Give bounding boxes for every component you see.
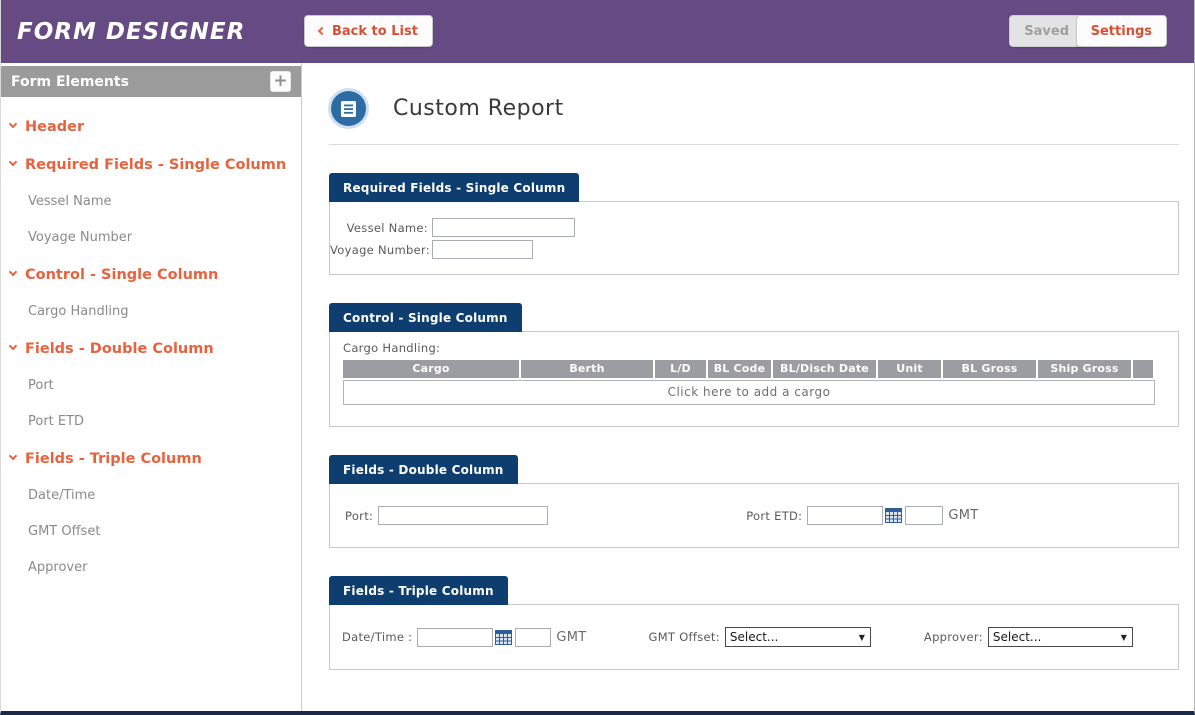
port-field-group: Port: <box>345 506 548 525</box>
sidebar-group-fields-triple: Fields - Triple Column Date/Time GMT Off… <box>1 451 301 575</box>
port-etd-date-input[interactable] <box>807 506 883 525</box>
gmt-label: GMT <box>556 630 586 645</box>
settings-label: Settings <box>1091 24 1152 39</box>
topbar: FORM DESIGNER Back to List Saved Setting… <box>1 0 1194 63</box>
form-header: Custom Report <box>329 91 1179 145</box>
chevron-down-icon: ▼ <box>1121 633 1127 642</box>
sidebar-header: Form Elements + <box>1 66 301 97</box>
port-etd-gmt-input[interactable] <box>905 506 943 525</box>
document-icon <box>331 91 366 126</box>
sidebar-group-label: Fields - Triple Column <box>25 451 202 467</box>
column-header-ld: L/D <box>655 360 706 378</box>
datetime-field-group: Date/Time : GMT <box>342 628 586 647</box>
sidebar-group-label: Fields - Double Column <box>25 341 214 357</box>
section-control: Control - Single Column Cargo Handling: … <box>329 302 1179 427</box>
vessel-name-input[interactable] <box>432 218 575 237</box>
gmt-label: GMT <box>948 508 978 523</box>
saved-button[interactable]: Saved <box>1009 15 1084 47</box>
cargo-handling-label: Cargo Handling: <box>343 341 1164 355</box>
sidebar-item-port[interactable]: Port <box>1 378 301 393</box>
chevron-down-icon <box>9 452 17 460</box>
section-fields-double: Fields - Double Column Port: Port ETD: <box>329 454 1179 548</box>
cargo-table-header-row: Cargo Berth L/D BL Code BL/Disch Date Un… <box>343 360 1155 378</box>
column-header-actions <box>1133 360 1153 378</box>
back-to-list-label: Back to List <box>332 24 418 39</box>
saved-label: Saved <box>1024 24 1069 39</box>
sidebar: Form Elements + Header Required Fields -… <box>1 63 302 711</box>
section-fields-triple: Fields - Triple Column Date/Time : <box>329 575 1179 670</box>
sidebar-group-required-fields-header[interactable]: Required Fields - Single Column <box>1 157 301 173</box>
port-input[interactable] <box>378 506 548 525</box>
column-header-berth: Berth <box>521 360 653 378</box>
column-header-bl-disch-date: BL/Disch Date <box>773 360 876 378</box>
datetime-label: Date/Time : <box>342 630 412 644</box>
gmt-offset-select[interactable]: Select... ▼ <box>725 627 871 647</box>
approver-select-value: Select... <box>993 630 1041 644</box>
voyage-number-input[interactable] <box>432 240 533 259</box>
chevron-down-icon: ▼ <box>859 633 865 642</box>
page-title: Custom Report <box>393 96 564 121</box>
sidebar-group-header[interactable]: Header <box>1 119 301 135</box>
panel-control: Cargo Handling: Cargo Berth L/D BL Code … <box>329 331 1179 427</box>
chevron-down-icon <box>9 342 17 350</box>
approver-label: Approver: <box>924 630 983 644</box>
sidebar-group-fields-double-header[interactable]: Fields - Double Column <box>1 341 301 357</box>
sidebar-group-control: Control - Single Column Cargo Handling <box>1 267 301 319</box>
add-cargo-row[interactable]: Click here to add a cargo <box>343 380 1155 405</box>
sidebar-group-control-header[interactable]: Control - Single Column <box>1 267 301 283</box>
approver-select[interactable]: Select... ▼ <box>988 627 1133 647</box>
sidebar-group-fields-triple-header[interactable]: Fields - Triple Column <box>1 451 301 467</box>
sidebar-group-required-fields: Required Fields - Single Column Vessel N… <box>1 157 301 245</box>
sidebar-item-approver[interactable]: Approver <box>1 560 301 575</box>
section-required-fields: Required Fields - Single Column Vessel N… <box>329 172 1179 275</box>
column-header-bl-gross: BL Gross <box>943 360 1036 378</box>
calendar-icon[interactable] <box>495 630 512 645</box>
panel-fields-double: Port: Port ETD: <box>329 483 1179 548</box>
column-header-bl-code: BL Code <box>708 360 771 378</box>
chevron-down-icon <box>9 120 17 128</box>
sidebar-item-vessel-name[interactable]: Vessel Name <box>1 194 301 209</box>
chevron-left-icon <box>318 27 326 35</box>
sidebar-item-cargo-handling[interactable]: Cargo Handling <box>1 304 301 319</box>
datetime-input[interactable] <box>417 628 493 647</box>
approver-field-group: Approver: Select... ▼ <box>924 627 1133 647</box>
port-etd-field-group: Port ETD: GMT <box>746 506 978 525</box>
chevron-down-icon <box>9 158 17 166</box>
sidebar-item-gmt-offset[interactable]: GMT Offset <box>1 524 301 539</box>
sidebar-item-date-time[interactable]: Date/Time <box>1 488 301 503</box>
column-header-cargo: Cargo <box>343 360 519 378</box>
cargo-table: Cargo Berth L/D BL Code BL/Disch Date Un… <box>343 360 1155 405</box>
sidebar-header-label: Form Elements <box>11 74 270 90</box>
port-label: Port: <box>345 509 373 523</box>
column-header-unit: Unit <box>878 360 941 378</box>
tab-fields-double: Fields - Double Column <box>329 455 518 484</box>
voyage-number-label: Voyage Number: <box>330 243 428 257</box>
sidebar-group-fields-double: Fields - Double Column Port Port ETD <box>1 341 301 429</box>
sidebar-item-port-etd[interactable]: Port ETD <box>1 414 301 429</box>
form-canvas: Custom Report Required Fields - Single C… <box>302 63 1194 711</box>
tab-control: Control - Single Column <box>329 303 522 332</box>
chevron-down-icon <box>9 268 17 276</box>
tab-fields-triple: Fields - Triple Column <box>329 576 508 605</box>
datetime-gmt-input[interactable] <box>515 628 551 647</box>
sidebar-item-voyage-number[interactable]: Voyage Number <box>1 230 301 245</box>
vessel-name-label: Vessel Name: <box>330 221 428 235</box>
sidebar-group-label: Header <box>25 119 84 135</box>
add-element-button[interactable]: + <box>270 71 291 92</box>
gmt-offset-select-value: Select... <box>730 630 778 644</box>
tab-required-fields: Required Fields - Single Column <box>329 173 579 202</box>
back-to-list-button[interactable]: Back to List <box>304 15 433 47</box>
sidebar-group-label: Required Fields - Single Column <box>25 157 286 173</box>
port-etd-label: Port ETD: <box>746 509 802 523</box>
panel-fields-triple: Date/Time : GMT <box>329 604 1179 670</box>
sidebar-group-label: Control - Single Column <box>25 267 218 283</box>
column-header-ship-gross: Ship Gross <box>1038 360 1131 378</box>
settings-button[interactable]: Settings <box>1076 15 1167 47</box>
gmt-offset-field-group: GMT Offset: Select... ▼ <box>648 627 870 647</box>
gmt-offset-label: GMT Offset: <box>648 630 719 644</box>
app-title: FORM DESIGNER <box>17 19 245 45</box>
sidebar-group-header-element: Header <box>1 119 301 135</box>
panel-required-fields: Vessel Name: Voyage Number: <box>329 201 1179 275</box>
calendar-icon[interactable] <box>885 508 902 523</box>
